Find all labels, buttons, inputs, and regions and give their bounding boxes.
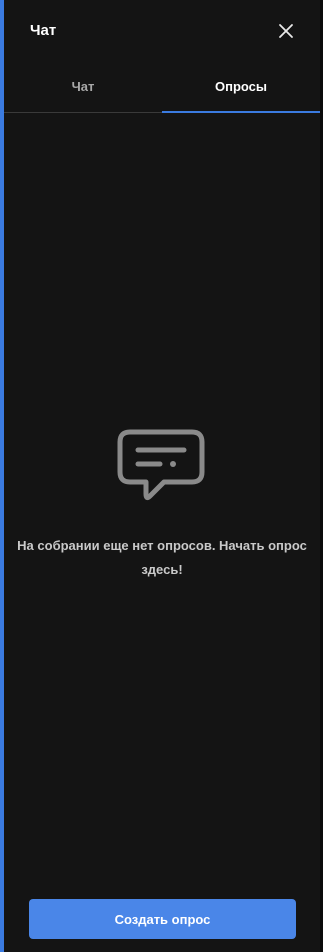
- chat-bubble-icon: [117, 429, 205, 501]
- tab-polls[interactable]: Опросы: [162, 62, 320, 113]
- close-icon[interactable]: [276, 21, 296, 41]
- panel-header: Чат: [4, 0, 320, 62]
- tab-chat[interactable]: Чат: [4, 62, 162, 112]
- tab-bar: Чат Опросы: [4, 62, 320, 113]
- polls-panel: Чат Чат Опросы На собрании еще нет опрос…: [0, 0, 323, 952]
- tab-polls-label: Опросы: [214, 78, 267, 94]
- tab-chat-label: Чат: [71, 78, 95, 94]
- create-poll-button[interactable]: Создать опрос: [29, 899, 296, 939]
- panel-title: Чат: [30, 22, 57, 39]
- empty-state-message: На собрании еще нет опросов. Начать опро…: [17, 538, 307, 577]
- empty-state: На собрании еще нет опросов. Начать опро…: [4, 420, 320, 582]
